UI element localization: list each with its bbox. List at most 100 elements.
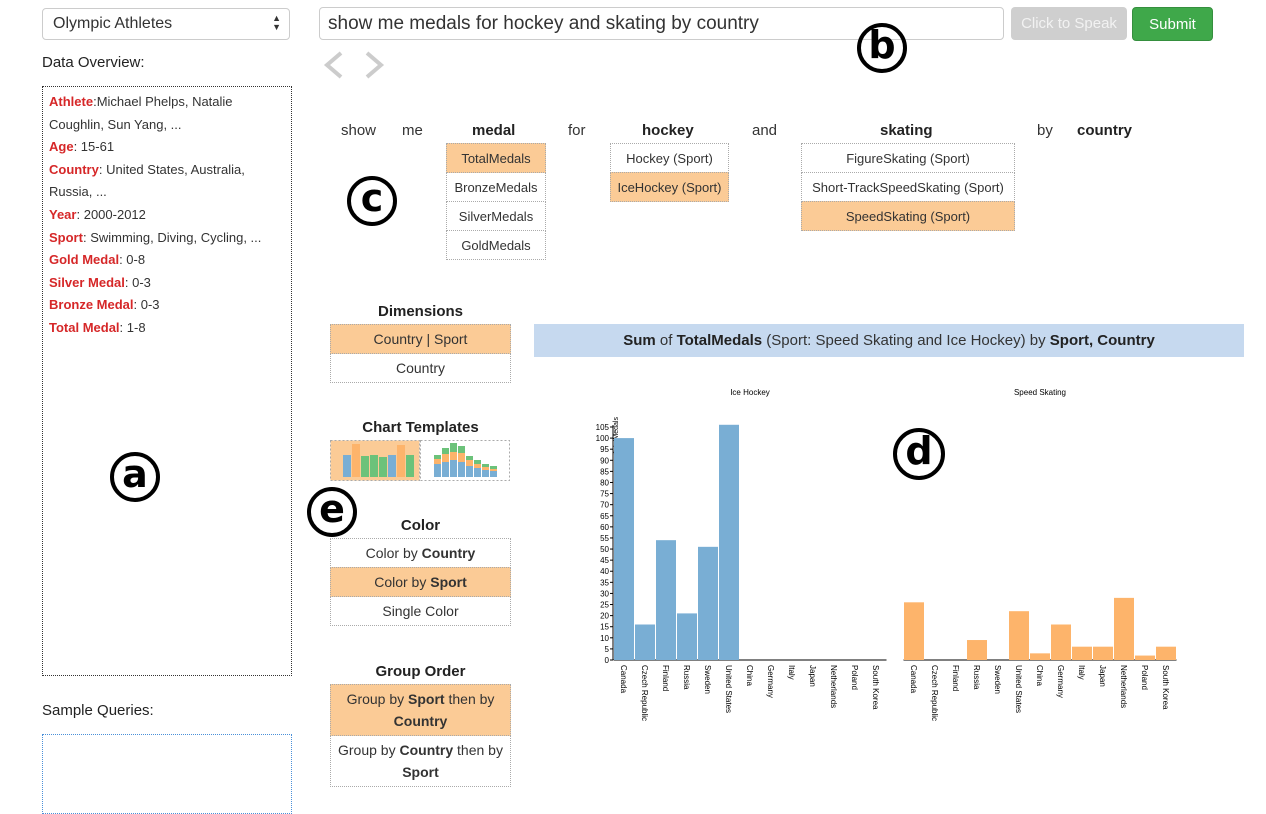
x-tick-label: Italy bbox=[1077, 665, 1086, 680]
dimension-option[interactable]: Country | Sport bbox=[330, 324, 511, 354]
y-tick-label: 50 bbox=[600, 545, 609, 554]
group-order-part: Country bbox=[393, 713, 448, 729]
color-title: Color bbox=[400, 517, 441, 534]
x-tick-label: China bbox=[1035, 665, 1044, 686]
overview-field-value: 0-3 bbox=[140, 297, 160, 313]
x-tick-label: Germany bbox=[1056, 665, 1065, 698]
group-order-option[interactable]: Group by Country then by Sport bbox=[330, 735, 511, 787]
overview-field: Country: United States, Australia, Russi… bbox=[49, 159, 285, 204]
sample-queries-panel[interactable] bbox=[42, 734, 292, 814]
medal-option[interactable]: TotalMedals bbox=[446, 143, 546, 173]
skating-ambiguity-widget: FigureSkating (Sport) Short-TrackSpeedSka… bbox=[801, 143, 1015, 231]
overview-field: Age: 15-61 bbox=[49, 136, 285, 159]
token-country: country bbox=[1077, 122, 1133, 139]
color-option-field: Sport bbox=[430, 574, 467, 590]
template-grouped-bar[interactable] bbox=[330, 440, 420, 481]
group-order-part: Country bbox=[399, 742, 454, 758]
y-tick-label: 90 bbox=[600, 456, 609, 465]
bar bbox=[1030, 653, 1050, 660]
y-tick-label: 45 bbox=[600, 556, 609, 565]
overview-field-value: 15-61 bbox=[80, 139, 115, 155]
y-tick-label: 70 bbox=[600, 501, 609, 510]
submit-button[interactable]: Submit bbox=[1132, 7, 1213, 41]
hockey-option[interactable]: Hockey (Sport) bbox=[610, 143, 729, 173]
group-order-options: Group by Sport then by Country Group by C… bbox=[330, 684, 511, 787]
bar bbox=[1072, 646, 1092, 660]
y-tick-label: 55 bbox=[600, 534, 609, 543]
overview-field-key: Sport bbox=[49, 229, 83, 245]
x-tick-label: Sweden bbox=[703, 665, 712, 694]
x-tick-label: Czech Republic bbox=[640, 665, 649, 721]
medal-option[interactable]: BronzeMedals bbox=[446, 172, 546, 202]
data-overview-label: Data Overview: bbox=[42, 54, 145, 71]
facet-title: Ice Hockey bbox=[730, 388, 770, 397]
annotation-d: d bbox=[893, 428, 945, 480]
x-tick-label: Poland bbox=[850, 665, 859, 690]
y-tick-label: 95 bbox=[600, 445, 609, 454]
back-arrow-icon[interactable] bbox=[319, 50, 349, 80]
medal-ambiguity-widget: TotalMedals BronzeMedals SilverMedals GoldM… bbox=[446, 143, 546, 260]
bar bbox=[656, 540, 676, 660]
medal-option[interactable]: GoldMedals bbox=[446, 230, 546, 260]
overview-field: Athlete:Michael Phelps, Natalie Coughlin… bbox=[49, 91, 285, 136]
x-tick-label: South Korea bbox=[1161, 665, 1170, 710]
overview-field-sep: : bbox=[73, 139, 81, 155]
y-tick-label: 65 bbox=[600, 512, 609, 521]
y-tick-label: 35 bbox=[600, 578, 609, 587]
y-tick-label: 40 bbox=[600, 567, 609, 576]
annotation-b: b bbox=[857, 23, 907, 73]
color-option[interactable]: Single Color bbox=[330, 596, 511, 626]
overview-field-value: Swimming, Diving, Cycling, ... bbox=[90, 229, 262, 245]
y-tick-label: 85 bbox=[600, 467, 609, 476]
y-tick-label: 25 bbox=[600, 601, 609, 610]
data-overview-panel: Athlete:Michael Phelps, Natalie Coughlin… bbox=[42, 86, 292, 676]
hockey-ambiguity-widget: Hockey (Sport) IceHockey (Sport) bbox=[610, 143, 729, 202]
color-option-prefix: Color by bbox=[365, 545, 422, 561]
x-tick-label: South Korea bbox=[871, 665, 880, 710]
group-order-part: then by bbox=[444, 691, 495, 707]
color-option-prefix: Single Color bbox=[382, 603, 459, 619]
overview-field: Sport: Swimming, Diving, Cycling, ... bbox=[49, 227, 285, 250]
bar-chart: 0 5 10 15 20 25 30 35 40 45 50 55 60 65 70 75 80 85 90 95 10… bbox=[596, 388, 1177, 721]
bar bbox=[614, 438, 634, 660]
skating-option[interactable]: SpeedSkating (Sport) bbox=[801, 201, 1015, 231]
skating-option[interactable]: Short-TrackSpeedSkating (Sport) bbox=[801, 172, 1015, 202]
color-option[interactable]: Color by Sport bbox=[330, 567, 511, 597]
x-tick-label: Canada bbox=[619, 665, 628, 694]
hockey-option[interactable]: IceHockey (Sport) bbox=[610, 172, 729, 202]
y-tick-label: 100 bbox=[596, 434, 610, 443]
x-tick-label: China bbox=[745, 665, 754, 686]
color-option[interactable]: Color by Country bbox=[330, 538, 511, 568]
bar bbox=[1135, 655, 1155, 660]
y-tick-label: 105 bbox=[596, 423, 610, 432]
template-stacked-bar[interactable] bbox=[420, 440, 510, 481]
x-tick-label: Italy bbox=[787, 665, 796, 680]
bar bbox=[719, 424, 739, 660]
dimensions-title: Dimensions bbox=[377, 303, 464, 320]
token-me: me bbox=[402, 122, 423, 139]
x-tick-label: Sweden bbox=[993, 665, 1002, 694]
y-tick-label: 80 bbox=[600, 478, 609, 487]
x-tick-label: Russia bbox=[682, 665, 691, 690]
x-tick-label: Czech Republic bbox=[930, 665, 939, 721]
group-order-part: then by bbox=[453, 742, 503, 758]
click-to-speak-button[interactable]: Click to Speak bbox=[1011, 7, 1127, 40]
dataset-select-value: Olympic Athletes bbox=[53, 15, 173, 32]
dataset-select[interactable]: Olympic Athletes ▲ ▼ bbox=[42, 8, 290, 40]
y-tick-label: 0 bbox=[605, 656, 610, 665]
overview-field-value: 1-8 bbox=[126, 319, 146, 335]
dimension-option[interactable]: Country bbox=[330, 353, 511, 383]
x-tick-label: Japan bbox=[808, 665, 817, 687]
forward-arrow-icon[interactable] bbox=[359, 50, 389, 80]
overview-field-sep: : bbox=[76, 206, 84, 222]
medal-option[interactable]: SilverMedals bbox=[446, 201, 546, 231]
overview-field-value: 0-8 bbox=[126, 252, 146, 268]
token-skating: skating bbox=[880, 122, 933, 139]
group-order-option[interactable]: Group by Sport then by Country bbox=[330, 684, 511, 736]
skating-option[interactable]: FigureSkating (Sport) bbox=[801, 143, 1015, 173]
color-option-field: Country bbox=[421, 545, 476, 561]
bar bbox=[677, 613, 697, 660]
overview-field-sep: : bbox=[119, 319, 127, 335]
token-show: show bbox=[341, 122, 377, 139]
y-tick-label: 75 bbox=[600, 490, 609, 499]
